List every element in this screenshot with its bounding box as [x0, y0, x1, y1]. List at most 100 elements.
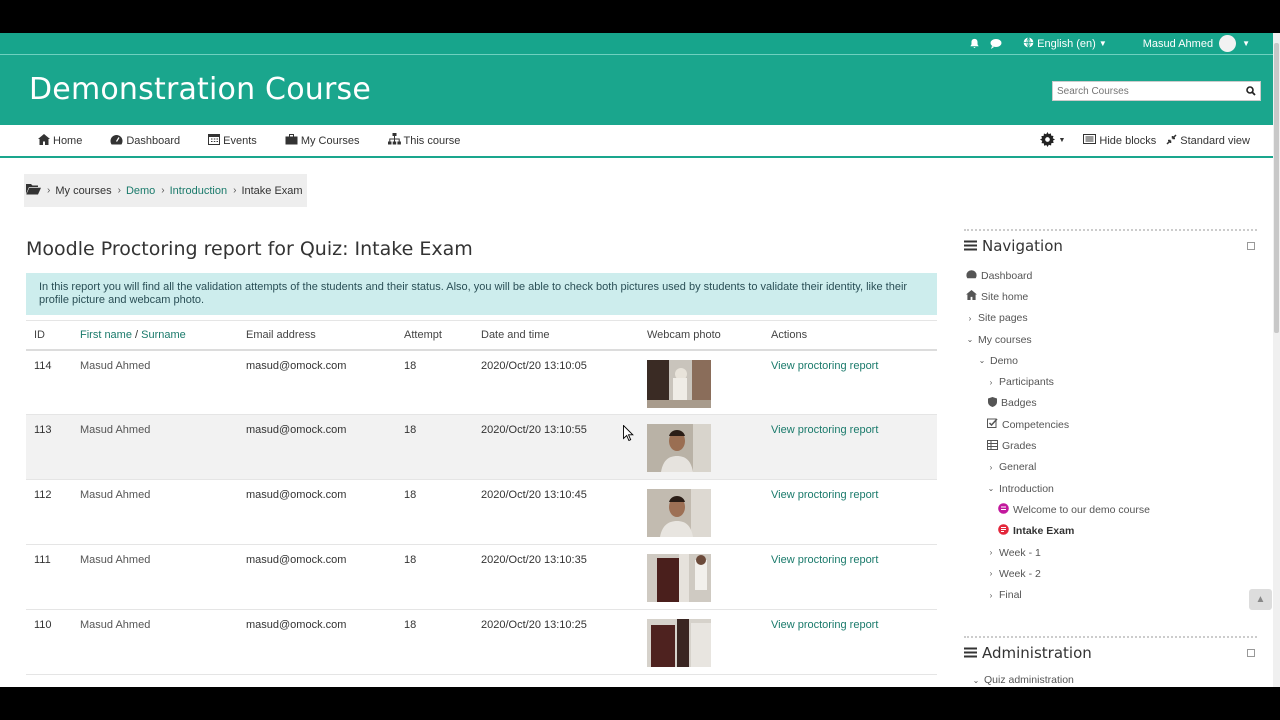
table-header-row: ID First name / Surname Email address At…	[26, 320, 937, 351]
nav-events[interactable]: Events	[208, 133, 257, 148]
hide-blocks-label: Hide blocks	[1099, 134, 1157, 147]
col-first-name[interactable]: First name	[80, 329, 132, 341]
admin-quiz-administration[interactable]: ⌄ Quiz administration	[964, 670, 1257, 687]
nav-tree-label: Demo	[990, 354, 1019, 367]
view-report-link[interactable]: View proctoring report	[771, 554, 878, 566]
collapse-block-icon[interactable]	[1247, 242, 1255, 250]
webcam-photo[interactable]	[647, 359, 711, 408]
cell-actions: View proctoring report	[763, 414, 937, 480]
chevron-right-icon: ›	[989, 377, 993, 387]
cell-photo	[639, 609, 763, 675]
settings-menu[interactable]: ▼	[1040, 131, 1065, 150]
nav-tree-introduction[interactable]: ⌄ Introduction	[964, 478, 1257, 499]
cell-attempt: 18	[396, 544, 473, 610]
chevron-right-icon: ›	[968, 313, 972, 323]
student-name-link[interactable]: Masud Ahmed	[80, 360, 150, 372]
webcam-photo[interactable]	[647, 554, 711, 602]
nav-tree-site-pages[interactable]: › Site pages	[964, 308, 1257, 329]
breadcrumb-separator-icon: ›	[161, 185, 165, 196]
cell-actions: View proctoring report	[763, 609, 937, 675]
nav-tree-competencies[interactable]: Competencies	[964, 414, 1257, 435]
cell-email: masud@omock.com	[238, 349, 396, 415]
standard-view-button[interactable]: Standard view	[1166, 133, 1250, 148]
col-attempt[interactable]: Attempt	[396, 320, 473, 351]
nav-tree-label: Dashboard	[981, 269, 1033, 282]
nav-tree-label: Participants	[999, 376, 1054, 389]
sitemap-icon	[387, 133, 401, 148]
cell-date: 2020/Oct/20 13:10:45	[473, 479, 639, 545]
table-row: 113 Masud Ahmed masud@omock.com 18 2020/…	[26, 414, 937, 480]
student-name-link[interactable]: Masud Ahmed	[80, 489, 150, 501]
collapse-block-icon[interactable]	[1247, 648, 1255, 657]
cell-actions: View proctoring report	[763, 479, 937, 545]
nav-tree-label: Competencies	[1002, 418, 1070, 431]
nav-dashboard-label: Dashboard	[126, 134, 181, 147]
nav-tree-participants[interactable]: › Participants	[964, 371, 1257, 392]
nav-tree-final[interactable]: › Final	[964, 584, 1257, 605]
user-menu[interactable]: Masud Ahmed ▼	[1143, 35, 1250, 52]
nav-tree-site-home[interactable]: Site home	[964, 286, 1257, 307]
nav-tree-grades[interactable]: Grades	[964, 435, 1257, 456]
admin-item-label: Quiz administration	[984, 674, 1074, 687]
view-report-link[interactable]: View proctoring report	[771, 619, 878, 631]
nav-tree-intake-exam[interactable]: Intake Exam	[964, 521, 1257, 542]
language-menu[interactable]: English (en) ▼	[1023, 36, 1107, 51]
cell-name: Masud Ahmed	[72, 479, 238, 545]
student-name-link[interactable]: Masud Ahmed	[80, 424, 150, 436]
chat-icon[interactable]	[990, 38, 1002, 49]
student-name-link[interactable]: Masud Ahmed	[80, 619, 150, 631]
breadcrumb-introduction[interactable]: Introduction	[170, 185, 227, 197]
col-date[interactable]: Date and time	[473, 320, 639, 351]
view-report-link[interactable]: View proctoring report	[771, 489, 878, 501]
folder-open-icon[interactable]	[26, 183, 41, 198]
breadcrumb-my-courses[interactable]: My courses	[55, 185, 111, 197]
chevron-down-icon: ⌄	[987, 484, 995, 494]
nav-my-courses[interactable]: My Courses	[285, 133, 360, 148]
nav-home[interactable]: Home	[38, 133, 83, 148]
breadcrumb-separator-icon: ›	[117, 185, 121, 196]
nav-dashboard[interactable]: Dashboard	[110, 134, 180, 148]
nav-tree-welcome-forum[interactable]: Welcome to our demo course	[964, 499, 1257, 520]
cell-id: 113	[26, 414, 72, 480]
scrollbar-thumb[interactable]	[1274, 43, 1279, 333]
proctoring-table: ID First name / Surname Email address At…	[26, 320, 937, 675]
cell-photo	[639, 349, 763, 415]
administration-title-label: Administration	[982, 643, 1092, 662]
search-input[interactable]	[1053, 82, 1242, 100]
nav-tree-badges[interactable]: Badges	[964, 393, 1257, 414]
breadcrumb-demo[interactable]: Demo	[126, 185, 155, 197]
breadcrumb-intake-exam[interactable]: Intake Exam	[241, 185, 302, 197]
nav-tree-demo[interactable]: ⌄ Demo	[964, 350, 1257, 371]
webcam-photo[interactable]	[647, 619, 711, 667]
check-square-icon	[987, 418, 998, 431]
webcam-photo[interactable]	[647, 489, 711, 537]
nav-home-label: Home	[53, 134, 83, 147]
view-report-link[interactable]: View proctoring report	[771, 424, 878, 436]
view-report-link[interactable]: View proctoring report	[771, 360, 878, 372]
cell-id: 114	[26, 349, 72, 415]
nav-tree-general[interactable]: › General	[964, 457, 1257, 478]
nav-tree-week-2[interactable]: › Week - 2	[964, 563, 1257, 584]
col-id[interactable]: ID	[26, 320, 72, 351]
nav-tree-my-courses[interactable]: ⌄ My courses	[964, 329, 1257, 350]
page-header: Demonstration Course	[0, 55, 1280, 125]
webcam-photo[interactable]	[647, 424, 711, 472]
nav-this-course[interactable]: This course	[387, 133, 460, 148]
chevron-right-icon: ›	[989, 548, 993, 557]
nav-tree-dashboard[interactable]: Dashboard	[964, 265, 1257, 286]
bell-icon[interactable]	[969, 38, 980, 49]
cell-email: masud@omock.com	[238, 609, 396, 675]
cell-actions: View proctoring report	[763, 349, 937, 415]
gear-icon	[1040, 131, 1056, 150]
caret-down-icon: ▼	[1098, 39, 1107, 48]
hide-blocks-button[interactable]: Hide blocks	[1083, 134, 1156, 147]
col-email[interactable]: Email address	[238, 320, 396, 351]
student-name-link[interactable]: Masud Ahmed	[80, 554, 150, 566]
back-to-top-button[interactable]: ▲	[1249, 589, 1272, 610]
nav-tree-label: Grades	[1002, 440, 1037, 453]
nav-tree-week-1[interactable]: › Week - 1	[964, 542, 1257, 563]
chevron-right-icon: ›	[989, 569, 993, 579]
col-surname[interactable]: Surname	[141, 329, 186, 341]
search-icon[interactable]	[1242, 82, 1260, 100]
col-actions: Actions	[763, 320, 937, 351]
